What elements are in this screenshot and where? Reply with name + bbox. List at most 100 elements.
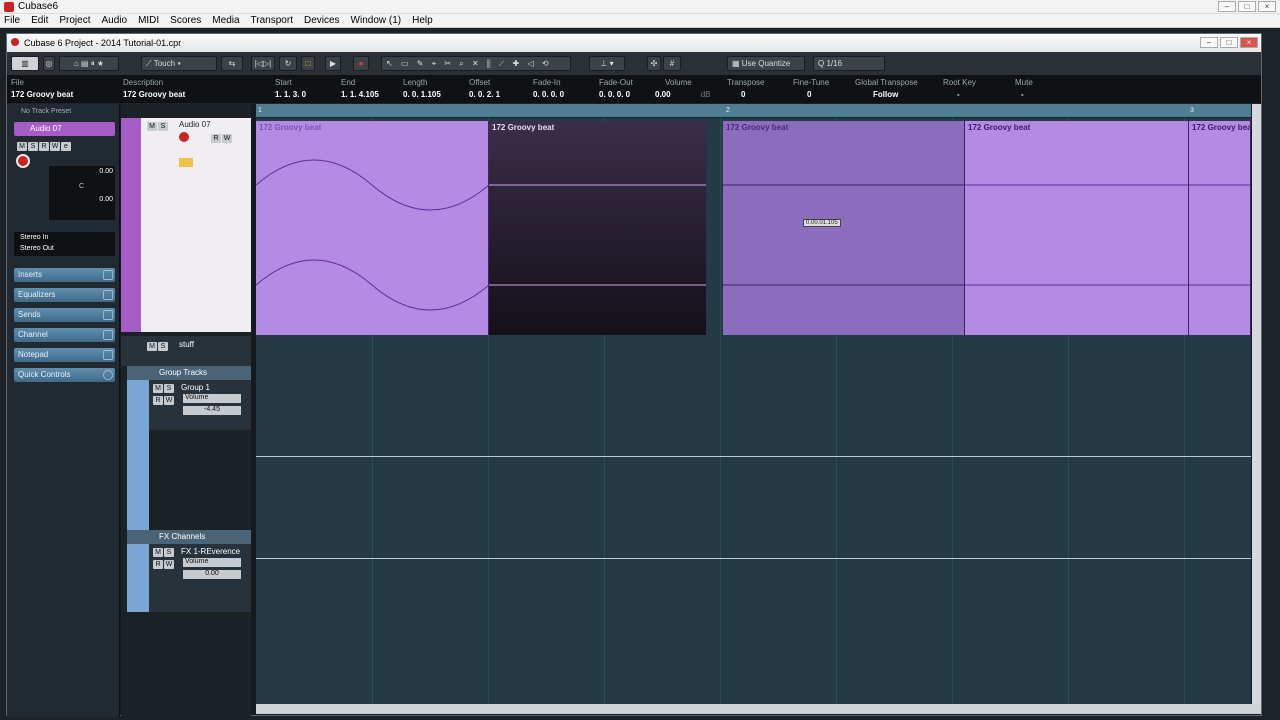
output-routing[interactable]: Stereo Out [20, 245, 54, 252]
info-rootkey[interactable]: Root Key - [943, 78, 976, 99]
menu-scores[interactable]: Scores [170, 15, 201, 27]
close-button[interactable]: × [1258, 1, 1276, 12]
audio-track-name[interactable]: Audio 07 [179, 120, 211, 129]
audio-track-header[interactable]: Audio 07 MS RW [121, 118, 251, 332]
info-fadein[interactable]: Fade-In 0. 0. 0. 0 [533, 78, 564, 99]
group-track-name[interactable]: Group 1 [181, 383, 210, 392]
track-mute-button[interactable]: M [147, 122, 157, 131]
group-folder-name[interactable]: Group Tracks [159, 368, 207, 377]
play-button[interactable]: ▶ [325, 56, 341, 71]
menu-project[interactable]: Project [59, 15, 90, 27]
group-param-value[interactable]: -4.45 [183, 406, 241, 415]
volume-value[interactable]: 0.00 [99, 168, 113, 175]
info-file[interactable]: File 172 Groovy beat [11, 78, 73, 99]
project-maximize-button[interactable]: □ [1220, 37, 1238, 48]
group-mute-button[interactable]: M [153, 384, 163, 393]
sends-section[interactable]: Sends [14, 308, 115, 322]
fx-track-header[interactable]: MS FX 1-REverence RW Volume 0.00 [149, 544, 251, 612]
channel-section[interactable]: Channel [14, 328, 115, 342]
folder-track-header[interactable]: stuff MS [121, 336, 251, 366]
info-start[interactable]: Start 1. 1. 3. 0 [275, 78, 306, 99]
mute-button[interactable]: M [17, 142, 27, 151]
group-track-header[interactable]: MS Group 1 RW Volume -4.45 [149, 380, 251, 430]
info-finetune[interactable]: Fine-Tune 0 [793, 78, 829, 99]
record-enable-button[interactable] [16, 154, 30, 168]
ruler[interactable]: 1 2 3 [256, 104, 1251, 118]
auto-scroll-button[interactable]: ⇆ [221, 56, 243, 71]
audio-event-5[interactable]: 172 Groovy beat [1189, 121, 1251, 335]
track-read-button[interactable]: R [211, 134, 221, 143]
audio-event-3[interactable]: 172 Groovy beat 0.00.01.105 [723, 121, 965, 335]
menu-audio[interactable]: Audio [101, 15, 127, 27]
audio-event-2[interactable]: 172 Groovy beat [489, 121, 707, 335]
write-button[interactable]: W [50, 142, 60, 151]
delay-value[interactable]: 0.00 [99, 196, 113, 203]
horizontal-scrollbar[interactable] [256, 704, 1261, 714]
folder-track-name[interactable]: stuff [179, 340, 194, 349]
stop-button[interactable]: □ [301, 56, 315, 71]
equalizers-section[interactable]: Equalizers [14, 288, 115, 302]
fx-read-button[interactable]: R [153, 560, 163, 569]
menu-help[interactable]: Help [412, 15, 433, 27]
folder-solo-button[interactable]: S [158, 342, 168, 351]
minimize-button[interactable]: – [1218, 1, 1236, 12]
track-record-button[interactable] [179, 132, 189, 142]
fx-folder-name[interactable]: FX Channels [159, 532, 205, 541]
fx-automation-line[interactable] [256, 558, 1251, 559]
fx-track-name[interactable]: FX 1-REverence [181, 547, 240, 556]
menu-edit[interactable]: Edit [31, 15, 48, 27]
info-length[interactable]: Length 0. 0. 1.105 [403, 78, 441, 99]
menu-devices[interactable]: Devices [304, 15, 340, 27]
group-write-button[interactable]: W [164, 396, 174, 405]
automation-mode-select[interactable]: ⟋ Touch ▾ [141, 56, 217, 71]
snap-toggle-icon[interactable]: ✣ [647, 56, 661, 71]
audio-event-1[interactable]: 172 Groovy beat [256, 121, 489, 335]
edit-button[interactable]: e [61, 142, 71, 151]
project-close-button[interactable]: × [1240, 37, 1258, 48]
fx-folder-header[interactable]: FX Channels [127, 530, 251, 544]
menu-transport[interactable]: Transport [251, 15, 293, 27]
folder-mute-button[interactable]: M [147, 342, 157, 351]
track-preset[interactable]: No Track Preset [21, 108, 71, 115]
fx-param-value[interactable]: 0.00 [183, 570, 241, 579]
locators-button[interactable]: |◁▷| [251, 56, 275, 71]
fx-write-button[interactable]: W [164, 560, 174, 569]
solo-button[interactable]: S [28, 142, 38, 151]
menu-media[interactable]: Media [212, 15, 239, 27]
constrain-delay-icon[interactable]: ◎ [43, 56, 55, 71]
input-routing[interactable]: Stereo In [20, 234, 48, 241]
notepad-section[interactable]: Notepad [14, 348, 115, 362]
tool-buttons[interactable]: ↖ ▭ ✎ ⌖ ✂ ⌕ ✕ ⫼ ⟋ ✚ ◁ ⟲ [381, 56, 571, 71]
snap-select[interactable]: ⊥ ▾ [589, 56, 625, 71]
grid-type-icon[interactable]: # [663, 56, 681, 71]
info-fadeout[interactable]: Fade-Out 0. 0. 0. 0 [599, 78, 633, 99]
event-display[interactable]: 1 2 3 172 Groovy beat 172 Groovy beat 17… [256, 104, 1251, 704]
group-read-button[interactable]: R [153, 396, 163, 405]
record-button[interactable]: ● [353, 56, 369, 71]
grid-type-select[interactable]: ▦ Use Quantize [727, 56, 805, 71]
track-write-button[interactable]: W [222, 134, 232, 143]
group-automation-line[interactable] [256, 456, 1251, 457]
project-minimize-button[interactable]: – [1200, 37, 1218, 48]
info-description[interactable]: Description 172 Groovy beat [123, 78, 185, 99]
info-transpose[interactable]: Transpose 0 [727, 78, 765, 99]
inspector-track-name[interactable]: Audio 07 [14, 122, 115, 136]
info-end[interactable]: End 1. 1. 4.105 [341, 78, 379, 99]
fx-solo-button[interactable]: S [164, 548, 174, 557]
fx-param-select[interactable]: Volume [183, 558, 241, 567]
quick-controls-section[interactable]: Quick Controls [14, 368, 115, 382]
fx-mute-button[interactable]: M [153, 548, 163, 557]
quantize-preset-select[interactable]: Q 1/16 [813, 56, 885, 71]
quick-buttons[interactable]: ⌂ ▤ ⏸ ★ [59, 56, 119, 71]
group-solo-button[interactable]: S [164, 384, 174, 393]
info-mute[interactable]: Mute - [1015, 78, 1033, 99]
track-solo-button[interactable]: S [158, 122, 168, 131]
read-button[interactable]: R [39, 142, 49, 151]
window-layout-button[interactable]: ▥ [11, 56, 39, 71]
cycle-button[interactable]: ↻ [279, 56, 297, 71]
group-param-select[interactable]: Volume [183, 394, 241, 403]
info-globaltranspose[interactable]: Global Transpose Follow [855, 78, 918, 99]
maximize-button[interactable]: □ [1238, 1, 1256, 12]
pan-value[interactable]: C [79, 183, 84, 190]
track-lock-icon[interactable] [179, 158, 193, 167]
